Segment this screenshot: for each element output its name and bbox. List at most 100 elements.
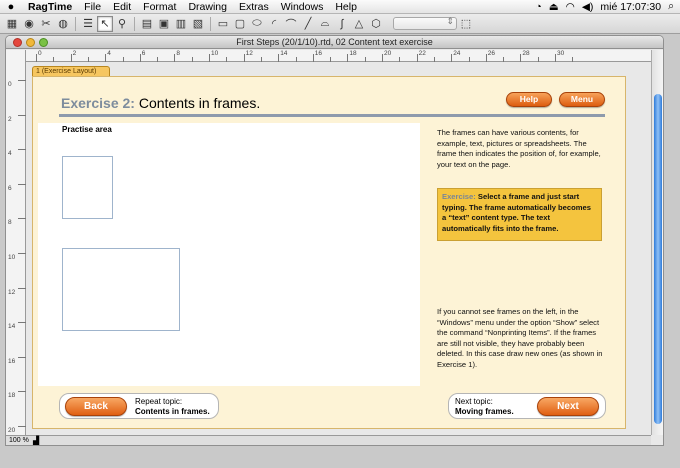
next-topic-link[interactable]: Moving frames. xyxy=(455,407,514,417)
ruler-number: 18 xyxy=(349,50,357,57)
small-frame[interactable] xyxy=(62,156,113,219)
exercise-heading: Exercise 2: Contents in frames. xyxy=(61,95,260,111)
repeat-topic-link[interactable]: Contents in frames. xyxy=(135,407,210,417)
vertical-ruler[interactable]: 0 2 4 6 8 10 12 14 16 18 20 xyxy=(6,50,26,435)
ruler-tick xyxy=(18,426,26,427)
ruler-number: 8 xyxy=(176,50,181,57)
ruler-number: 24 xyxy=(453,50,461,57)
practise-area[interactable]: Practise area xyxy=(38,123,420,386)
bezier-tool-icon[interactable]: ∫ xyxy=(334,16,350,32)
rounded-rectangle-tool-icon[interactable]: ▢ xyxy=(232,16,248,32)
ruler-number: 16 xyxy=(314,50,323,57)
spreadsheet-frame-tool-icon[interactable]: ▥ xyxy=(173,16,189,32)
palette-icon[interactable]: ◉ xyxy=(21,16,37,32)
hexagon-tool-icon[interactable]: ⬡ xyxy=(368,16,384,32)
ruler-tick xyxy=(174,54,176,62)
toolbar-divider xyxy=(210,16,211,31)
zoom-tool-icon[interactable]: ⚲ xyxy=(114,16,130,32)
ruler-tick xyxy=(399,57,401,62)
toolbar-divider xyxy=(75,16,76,31)
wifi-icon[interactable]: ◠ xyxy=(566,1,575,13)
ruler-tick xyxy=(226,57,228,62)
ruler-tick xyxy=(18,391,26,393)
pointer-tool-icon[interactable]: ↖ xyxy=(97,15,113,32)
arc-tool-icon[interactable]: ◜ xyxy=(266,16,282,32)
menu-drawing[interactable]: Drawing xyxy=(182,1,233,13)
ruler-number: 0 xyxy=(38,50,42,57)
ruler-tick xyxy=(537,57,539,62)
ruler-number: 20 xyxy=(384,50,392,57)
ruler-tick xyxy=(312,54,314,62)
heading-underline xyxy=(59,114,605,117)
spotlight-icon[interactable]: ⌕ xyxy=(668,0,674,13)
ruler-tick xyxy=(416,54,418,62)
chart-frame-tool-icon[interactable]: ▧ xyxy=(190,16,206,32)
help-button[interactable]: Help xyxy=(506,92,552,107)
status-bar: 100 % ▟ xyxy=(6,435,651,445)
line-tool-icon[interactable]: ╱ xyxy=(300,16,316,32)
ruler-number: 12 xyxy=(245,50,253,57)
ruler-number: 8 xyxy=(8,219,12,227)
ruler-tick xyxy=(243,54,245,62)
menu-app-name[interactable]: RagTime xyxy=(22,1,78,13)
ruler-tick xyxy=(295,57,297,62)
toolbar-divider xyxy=(134,16,135,31)
window-titlebar[interactable]: First Steps (20/1/10).rtd, 02 Content te… xyxy=(6,36,663,49)
ruler-tick xyxy=(347,54,349,62)
time-machine-icon[interactable]: ◔ xyxy=(535,1,541,13)
triangle-tool-icon[interactable]: △ xyxy=(351,16,367,32)
menu-windows[interactable]: Windows xyxy=(275,1,330,13)
ruler-tick xyxy=(70,54,72,62)
ruler-tick xyxy=(18,149,26,151)
hint-label: Exercise: xyxy=(442,192,476,201)
globe-icon[interactable]: ◍ xyxy=(55,16,71,32)
menu-button[interactable]: Menu xyxy=(559,92,605,107)
horizontal-ruler[interactable]: 0 2 4 6 8 10 12 14 16 18 20 22 24 26 28 30 xyxy=(26,50,651,62)
polygon-tool-icon[interactable]: ⌓ xyxy=(317,16,333,32)
list-icon[interactable]: ☰ xyxy=(80,16,96,32)
ruler-tick xyxy=(485,54,487,62)
ruler-tick xyxy=(18,114,26,116)
ruler-number: 30 xyxy=(557,50,565,57)
ruler-number: 22 xyxy=(418,50,426,57)
format-icon[interactable]: ⬚ xyxy=(458,16,474,32)
apple-icon[interactable]: ● xyxy=(0,1,22,13)
curve-tool-icon[interactable]: ⌒ xyxy=(283,16,299,32)
menu-help[interactable]: Help xyxy=(329,1,363,13)
ruler-number: 28 xyxy=(522,50,530,57)
vertical-scrollbar[interactable] xyxy=(651,50,663,435)
menu-file[interactable]: File xyxy=(78,1,107,13)
practise-area-label: Practise area xyxy=(62,125,112,134)
large-frame[interactable] xyxy=(62,248,180,331)
menu-format[interactable]: Format xyxy=(137,1,182,13)
ruler-tick xyxy=(520,54,522,62)
ruler-tick xyxy=(364,57,366,62)
style-popup[interactable] xyxy=(393,16,457,30)
ruler-tick xyxy=(330,57,332,62)
zoom-level[interactable]: 100 % xyxy=(9,436,29,445)
oval-tool-icon[interactable]: ⬭ xyxy=(249,16,265,32)
ruler-number: 18 xyxy=(8,392,16,400)
page-view-icon[interactable]: ▟ xyxy=(33,436,39,445)
exercise-title: Contents in frames. xyxy=(138,95,261,111)
ruler-tick xyxy=(122,57,124,62)
eject-icon[interactable]: ⏏ xyxy=(549,1,559,13)
back-button[interactable]: Back xyxy=(65,397,127,416)
scrollbar-thumb[interactable] xyxy=(654,94,662,424)
menu-edit[interactable]: Edit xyxy=(107,1,137,13)
tools-icon[interactable]: ✂ xyxy=(38,16,54,32)
picture-frame-tool-icon[interactable]: ▣ xyxy=(156,16,172,32)
menu-clock[interactable]: mié 17:07:30 xyxy=(600,1,661,13)
exercise-page: Exercise 2: Contents in frames. Help Men… xyxy=(32,76,626,429)
ruler-number: 16 xyxy=(8,357,16,365)
ruler-tick xyxy=(382,54,383,62)
text-frame-tool-icon[interactable]: ▤ xyxy=(139,16,155,32)
rectangle-tool-icon[interactable]: ▭ xyxy=(215,16,231,32)
ruler-tick xyxy=(433,57,435,62)
ruler-tick xyxy=(260,57,262,62)
menu-extras[interactable]: Extras xyxy=(233,1,275,13)
next-button[interactable]: Next xyxy=(537,397,599,416)
layout-icon[interactable]: ▦ xyxy=(4,16,20,32)
repeat-topic-box: Back Repeat topic: Contents in frames. xyxy=(59,393,219,419)
volume-icon[interactable]: ◀) xyxy=(582,1,594,13)
